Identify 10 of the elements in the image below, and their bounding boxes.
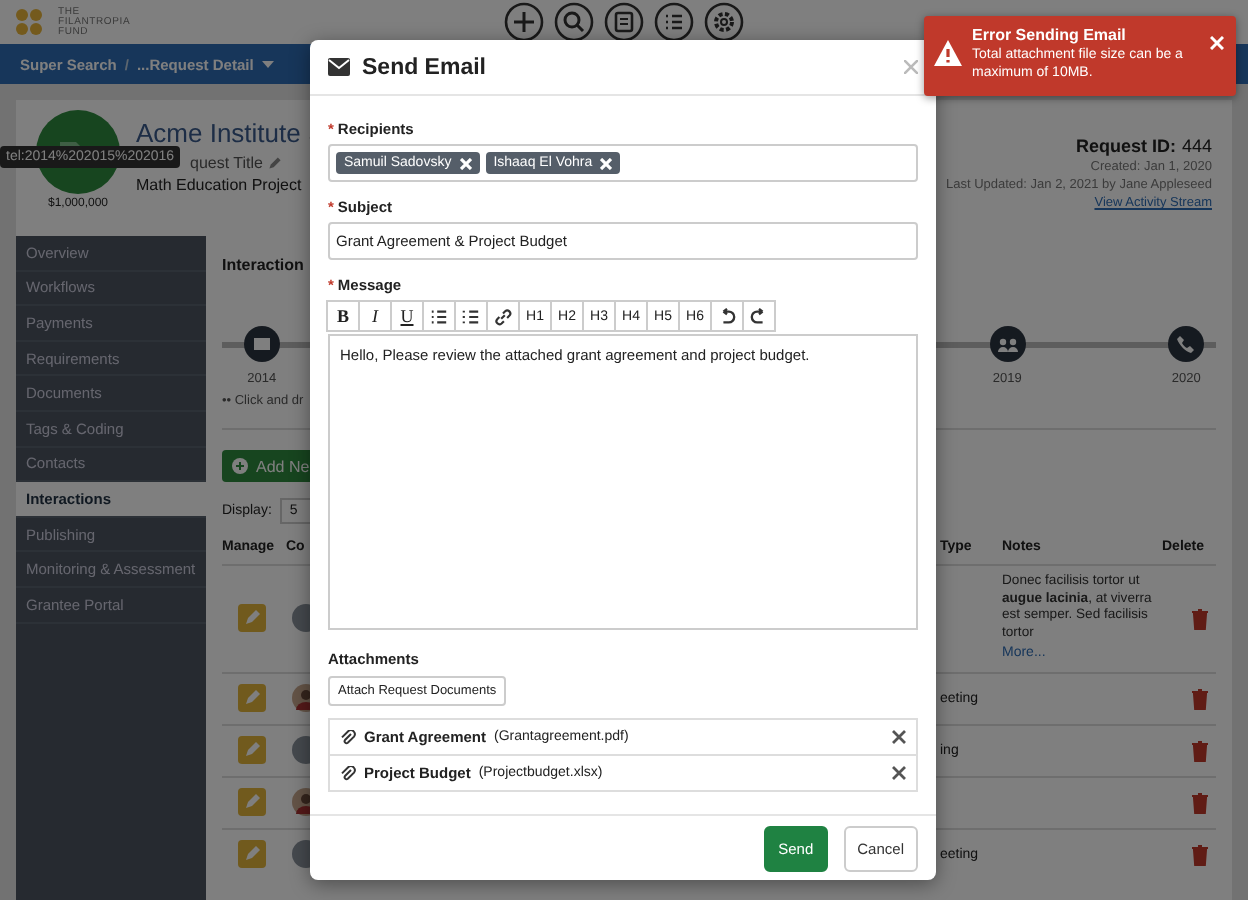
field-label: quest Title (190, 154, 263, 172)
request-id: Request ID: 444 (1075, 136, 1212, 156)
bold-button[interactable]: B (326, 300, 360, 332)
underline-button[interactable]: U (390, 300, 424, 332)
toast-title: Error Sending Email (972, 26, 1128, 44)
dialog-title: Send Email (362, 55, 488, 79)
request-title: Math Education Project (136, 176, 304, 194)
italic-button[interactable]: I (358, 300, 392, 332)
section-title: Interaction (222, 256, 306, 274)
organization-name: Acme Institute (136, 118, 301, 148)
